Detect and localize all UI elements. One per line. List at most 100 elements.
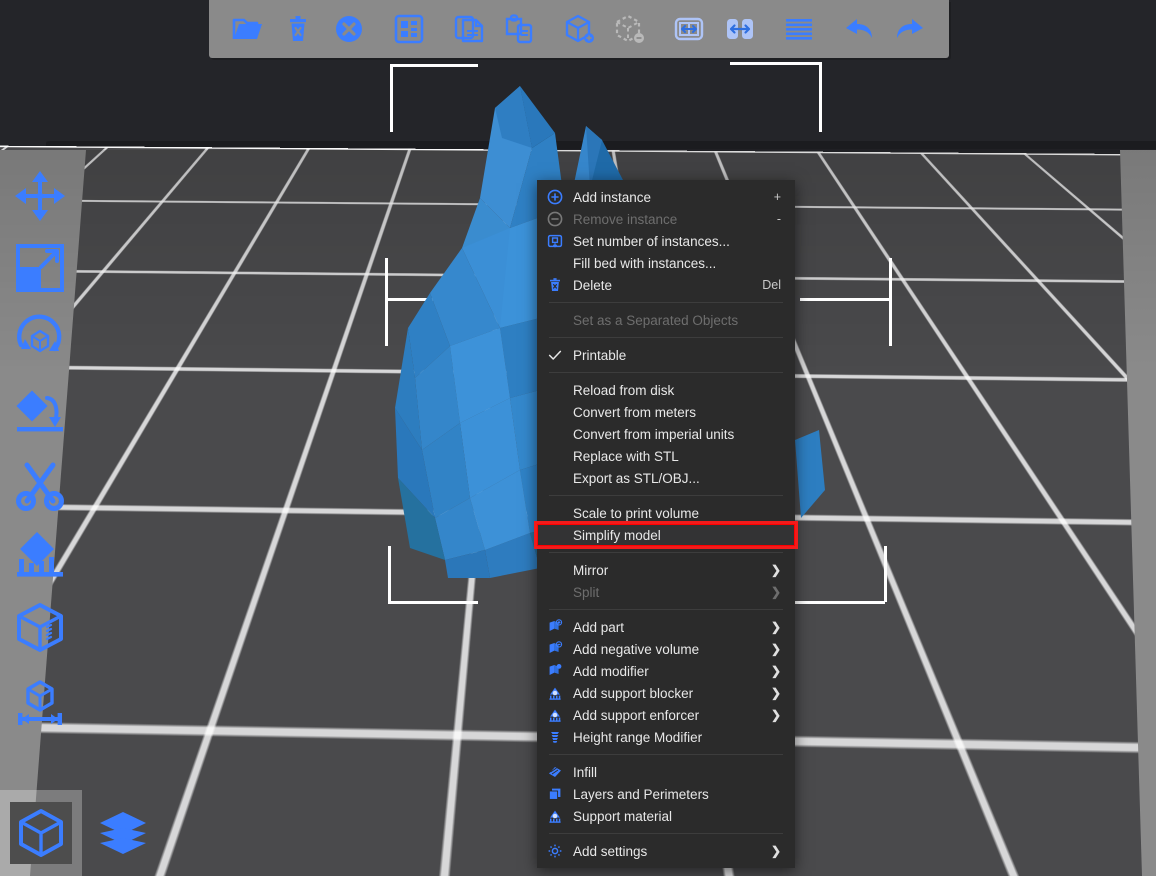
support-blocker-icon xyxy=(537,685,573,701)
menu-item-label: Add negative volume xyxy=(573,642,761,657)
toolbar-add-instance-button[interactable] xyxy=(554,6,604,52)
selection-bracket-mid-right xyxy=(800,258,892,348)
toolbar-variable-layer-height-button[interactable] xyxy=(774,6,824,52)
prusaslicer-window: Add instance + Remove instance - Se xyxy=(0,0,1156,876)
menu-item-delete[interactable]: Delete Del xyxy=(537,274,795,296)
seam-cube-icon xyxy=(11,599,69,657)
chevron-right-icon: ❯ xyxy=(771,844,781,858)
menu-item-label: Convert from meters xyxy=(573,405,781,420)
checkmark-icon xyxy=(537,347,573,363)
undo-arrow-icon xyxy=(842,12,876,46)
left-tool-rotate[interactable] xyxy=(0,304,80,376)
menu-item-height-range-modifier[interactable]: Height range Modifier xyxy=(537,726,795,748)
menu-item-infill[interactable]: Infill xyxy=(537,761,795,783)
cube-plus-icon xyxy=(562,12,596,46)
menu-item-label: Fill bed with instances... xyxy=(573,256,781,271)
view-button-preview[interactable] xyxy=(82,790,164,876)
toolbar-redo-button[interactable] xyxy=(885,6,935,52)
supports-paint-icon xyxy=(11,527,69,585)
menu-item-add-modifier[interactable]: Add modifier ❯ xyxy=(537,660,795,682)
menu-item-label: Simplify model xyxy=(573,528,781,543)
menu-item-set-as-separated-objects: Set as a Separated Objects xyxy=(537,309,795,331)
toolbar-split-to-objects-button[interactable] xyxy=(664,6,714,52)
selection-bracket-bottom-right xyxy=(795,546,887,604)
layers-stack-icon xyxy=(97,807,149,859)
menu-item-label: Infill xyxy=(573,765,781,780)
left-toolbar[interactable] xyxy=(0,160,80,736)
menu-separator xyxy=(549,754,783,755)
add-modifier-icon xyxy=(537,663,573,679)
toolbar-separator xyxy=(654,6,664,52)
cube-dashed-minus-icon xyxy=(612,12,646,46)
menu-item-scale-to-print-volume[interactable]: Scale to print volume xyxy=(537,502,795,524)
toolbar-add-button[interactable] xyxy=(223,6,273,52)
menu-item-export-as-stl-obj[interactable]: Export as STL/OBJ... xyxy=(537,467,795,489)
model-tail-facet xyxy=(795,430,825,520)
menu-item-convert-from-imperial-units[interactable]: Convert from imperial units xyxy=(537,423,795,445)
menu-item-reload-from-disk[interactable]: Reload from disk xyxy=(537,379,795,401)
cube-outline-icon xyxy=(15,807,67,859)
trash-icon xyxy=(281,12,315,46)
menu-item-label: Support material xyxy=(573,809,781,824)
split-parts-icon xyxy=(723,12,757,46)
trash-icon xyxy=(537,277,573,293)
menu-item-remove-instance: Remove instance - xyxy=(537,208,795,230)
toolbar-delete-button[interactable] xyxy=(273,6,323,52)
menu-item-layers-and-perimeters[interactable]: Layers and Perimeters xyxy=(537,783,795,805)
menu-separator xyxy=(549,337,783,338)
menu-item-label: Add support enforcer xyxy=(573,708,761,723)
chevron-right-icon: ❯ xyxy=(771,585,781,599)
menu-item-add-instance[interactable]: Add instance + xyxy=(537,186,795,208)
chevron-right-icon: ❯ xyxy=(771,686,781,700)
left-tool-paint-supports[interactable] xyxy=(0,520,80,592)
menu-item-mirror[interactable]: Mirror ❯ xyxy=(537,559,795,581)
left-tool-measure[interactable] xyxy=(0,664,80,736)
left-tool-seam-painting[interactable] xyxy=(0,592,80,664)
left-tool-cut[interactable] xyxy=(0,448,80,520)
toolbar-delete-all-button[interactable] xyxy=(324,6,374,52)
split-objects-icon xyxy=(672,12,706,46)
menu-item-add-settings[interactable]: Add settings ❯ xyxy=(537,840,795,862)
toolbar-undo-button[interactable] xyxy=(834,6,884,52)
add-part-icon xyxy=(537,619,573,635)
menu-item-label: Set as a Separated Objects xyxy=(573,313,781,328)
toolbar-separator xyxy=(544,6,554,52)
toolbar-separator xyxy=(765,6,775,52)
menu-item-replace-with-stl[interactable]: Replace with STL xyxy=(537,445,795,467)
menu-item-support-material[interactable]: Support material xyxy=(537,805,795,827)
left-tool-place-on-face[interactable] xyxy=(0,376,80,448)
menu-item-add-negative-volume[interactable]: Add negative volume ❯ xyxy=(537,638,795,660)
move-arrows-icon xyxy=(11,167,69,225)
menu-item-add-support-blocker[interactable]: Add support blocker ❯ xyxy=(537,682,795,704)
toolbar-arrange-button[interactable] xyxy=(384,6,434,52)
menu-item-label: Reload from disk xyxy=(573,383,781,398)
toolbar-separator xyxy=(374,6,384,52)
menu-item-add-part[interactable]: Add part ❯ xyxy=(537,616,795,638)
view-button-3d-editor[interactable] xyxy=(0,790,82,876)
toolbar-copy-button[interactable] xyxy=(444,6,494,52)
top-toolbar[interactable] xyxy=(209,0,949,58)
chevron-right-icon: ❯ xyxy=(771,563,781,577)
toolbar-split-to-parts-button[interactable] xyxy=(714,6,764,52)
menu-item-label: Printable xyxy=(573,348,781,363)
menu-item-label: Set number of instances... xyxy=(573,234,781,249)
toolbar-separator xyxy=(434,6,444,52)
left-tool-scale[interactable] xyxy=(0,232,80,304)
menu-item-printable[interactable]: Printable xyxy=(537,344,795,366)
object-context-menu[interactable]: Add instance + Remove instance - Se xyxy=(537,180,795,868)
menu-item-shortcut: Del xyxy=(762,278,781,292)
menu-item-add-support-enforcer[interactable]: Add support enforcer ❯ xyxy=(537,704,795,726)
view-mode-switch[interactable] xyxy=(0,790,164,876)
menu-item-label: Split xyxy=(573,585,761,600)
menu-item-label: Add instance xyxy=(573,190,762,205)
menu-item-set-number-of-instances[interactable]: Set number of instances... xyxy=(537,230,795,252)
gear-icon xyxy=(537,843,573,859)
menu-item-split: Split ❯ xyxy=(537,581,795,603)
toolbar-paste-button[interactable] xyxy=(494,6,544,52)
menu-item-fill-bed-with-instances[interactable]: Fill bed with instances... xyxy=(537,252,795,274)
height-range-icon xyxy=(537,729,573,745)
left-tool-move[interactable] xyxy=(0,160,80,232)
menu-item-convert-from-meters[interactable]: Convert from meters xyxy=(537,401,795,423)
menu-item-simplify-model[interactable]: Simplify model xyxy=(537,524,795,546)
chevron-right-icon: ❯ xyxy=(771,642,781,656)
